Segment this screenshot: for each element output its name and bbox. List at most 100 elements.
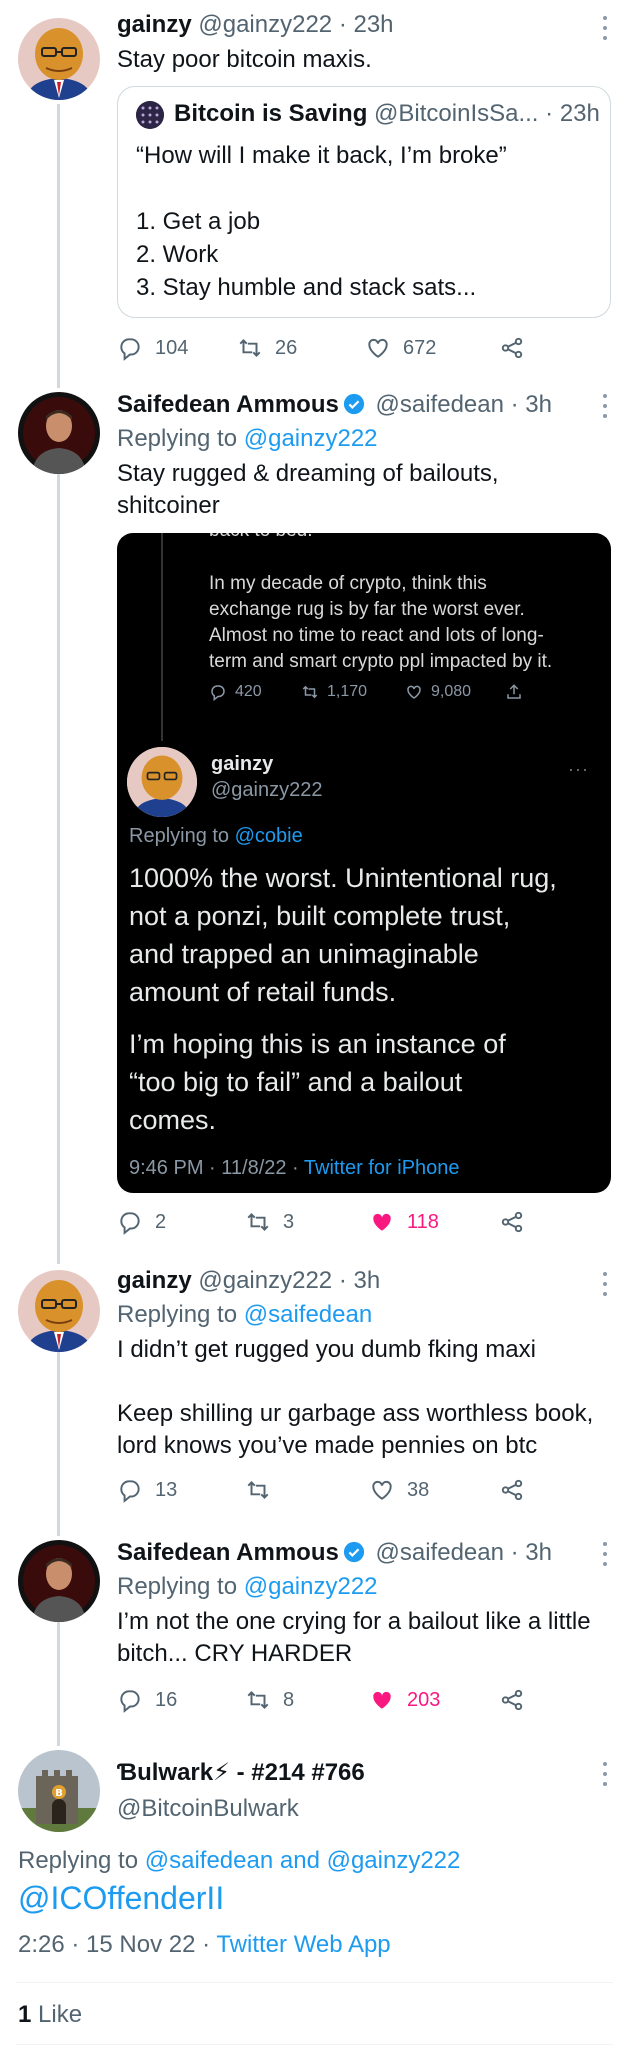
timestamp[interactable]: · 3h	[511, 1539, 552, 1566]
more-icon[interactable]	[595, 1542, 615, 1566]
main-tweet-handle[interactable]: @BitcoinBulwark	[117, 1794, 299, 1824]
reply-icon	[120, 1212, 140, 1235]
timestamp[interactable]: 2:26 · 15 Nov 22 ·	[18, 1931, 216, 1958]
like-count: 118	[407, 1210, 439, 1233]
more-icon[interactable]	[595, 1762, 615, 1786]
reply-button[interactable]: 16	[117, 1682, 177, 1718]
more-icon[interactable]	[595, 16, 615, 40]
display-name[interactable]: gainzy	[117, 1267, 192, 1294]
retweet-icon	[302, 685, 318, 699]
timestamp[interactable]: · 3h	[339, 1267, 380, 1294]
quote-display-name: Bitcoin is Saving	[174, 100, 368, 127]
like-summary-label: Like	[38, 2001, 83, 2028]
quote-avatar	[136, 101, 164, 129]
embedded-screenshot[interactable]: back to bed. In my decade of crypto, thi…	[117, 533, 611, 1193]
embed-replying-handle: @cobie	[234, 825, 303, 847]
replying-to-handle[interactable]: @saifedean and @gainzy222	[145, 1847, 461, 1874]
reply-button[interactable]: 2	[117, 1204, 166, 1240]
retweet-button[interactable]: 8	[245, 1682, 294, 1718]
tweet-actions: 13 38	[117, 1472, 537, 1508]
replying-to: Replying to @gainzy222	[117, 1572, 378, 1602]
reply-count: 16	[155, 1688, 178, 1711]
timestamp[interactable]: · 3h	[511, 391, 552, 418]
tweet-source[interactable]: Twitter Web App	[216, 1931, 390, 1958]
display-name[interactable]: Saifedean Ammous	[117, 391, 339, 418]
share-icon	[507, 684, 521, 699]
retweet-button[interactable]	[245, 1472, 283, 1508]
quote-handle: @BitcoinIsSa...	[374, 100, 539, 127]
embed-body-1: 1000% the worst. Unintentional rug, not …	[129, 863, 557, 1007]
handle[interactable]: @BitcoinBulwark	[117, 1795, 299, 1822]
handle[interactable]: @gainzy222	[198, 1267, 332, 1294]
embed-replying-prefix: Replying to	[129, 825, 230, 847]
retweet-count: 26	[275, 336, 298, 359]
embed-replying-to: Replying to @cobie	[129, 825, 303, 848]
tweet-header: Saifedean Ammous @saifedean · 3h	[117, 1538, 552, 1568]
avatar[interactable]	[18, 1540, 100, 1622]
tweet-text: I’m not the one crying for a bailout lik…	[117, 1608, 591, 1667]
like-summary[interactable]: 1 Like	[18, 2000, 82, 2030]
avatar[interactable]	[18, 392, 100, 474]
reply-icon	[120, 1690, 140, 1713]
avatar[interactable]	[18, 18, 100, 100]
like-count: 38	[407, 1478, 430, 1501]
embed-retweet-count: 1,170	[327, 683, 368, 700]
tweet-actions: 16 8 203	[117, 1682, 537, 1718]
more-icon[interactable]	[595, 1272, 615, 1296]
main-tweet-text[interactable]: @ICOffenderII	[18, 1878, 224, 1918]
like-button[interactable]: 118	[369, 1204, 439, 1240]
verified-icon	[343, 393, 364, 415]
retweet-icon	[247, 1213, 269, 1231]
embed-prev-text: In my decade of crypto, think this excha…	[209, 573, 553, 672]
like-button[interactable]: 38	[369, 1472, 429, 1508]
share-button[interactable]	[499, 1472, 525, 1508]
embed-avatar	[127, 747, 197, 817]
share-icon	[501, 1479, 523, 1501]
more-icon[interactable]	[595, 394, 615, 418]
avatar[interactable]: B	[18, 1750, 100, 1832]
retweet-button[interactable]: 3	[245, 1204, 294, 1240]
retweet-button[interactable]: 26	[237, 330, 297, 366]
embed-thread-line	[161, 533, 163, 741]
avatar[interactable]	[18, 1270, 100, 1352]
quote-timestamp: · 23h	[545, 100, 600, 127]
timestamp[interactable]: · 23h	[339, 11, 394, 38]
display-name[interactable]: gainzy	[117, 11, 192, 38]
handle[interactable]: @saifedean	[376, 391, 504, 418]
main-tweet-name[interactable]: Ɓulwark⚡ - #214 #766	[117, 1758, 365, 1788]
handle[interactable]: @gainzy222	[198, 11, 332, 38]
like-button[interactable]: 672	[365, 330, 436, 366]
replying-to-handle[interactable]: @gainzy222	[244, 1573, 378, 1600]
quote-tweet-card[interactable]: Bitcoin is Saving @BitcoinIsSa... · 23h …	[117, 86, 611, 318]
tweet-header: Saifedean Ammous @saifedean · 3h	[117, 390, 552, 420]
reply-icon	[211, 685, 225, 701]
display-name[interactable]: Saifedean Ammous	[117, 1539, 339, 1566]
tweet-actions: 104 26 672	[117, 330, 537, 366]
share-icon	[501, 1211, 523, 1233]
replying-to-handle[interactable]: @gainzy222	[244, 425, 378, 452]
share-button[interactable]	[499, 1682, 525, 1718]
share-icon	[501, 337, 523, 359]
embed-like-count: 9,080	[431, 683, 472, 700]
share-button[interactable]	[499, 1204, 525, 1240]
embed-cut-text: back to bed.	[209, 533, 313, 543]
reply-button[interactable]: 104	[117, 330, 188, 366]
share-icon	[501, 1689, 523, 1711]
replying-to: Replying to @gainzy222	[117, 424, 378, 454]
embed-timestamp-text: 9:46 PM · 11/8/22 ·	[129, 1157, 304, 1179]
reply-button[interactable]: 13	[117, 1472, 177, 1508]
verified-icon	[343, 1541, 364, 1563]
share-button[interactable]	[499, 330, 525, 366]
thread-connector	[57, 104, 60, 388]
like-icon	[373, 1213, 391, 1231]
main-tweet-timestamp: 2:26 · 15 Nov 22 · Twitter Web App	[18, 1930, 391, 1960]
replying-to: Replying to @saifedean	[117, 1300, 372, 1330]
replying-to-handle[interactable]: @saifedean	[244, 1301, 372, 1328]
embed-handle: @gainzy222	[211, 779, 323, 801]
handle[interactable]: @saifedean	[376, 1539, 504, 1566]
like-button[interactable]: 203	[369, 1682, 440, 1718]
display-name[interactable]: Ɓulwark⚡ - #214 #766	[117, 1759, 365, 1786]
reply-count: 104	[155, 336, 189, 359]
embed-reply-count: 420	[235, 683, 262, 700]
retweet-icon	[247, 1481, 269, 1499]
